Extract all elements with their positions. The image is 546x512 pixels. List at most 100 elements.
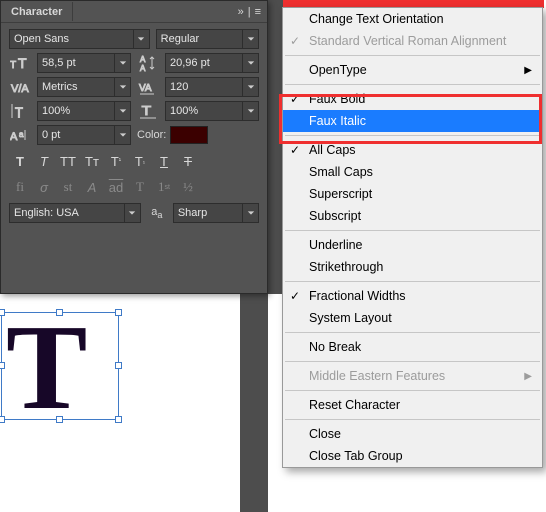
chevron-down-icon: [242, 30, 258, 48]
checkmark-icon: ✓: [290, 34, 300, 48]
text-glyph: T: [6, 319, 81, 417]
menu-separator: [285, 332, 540, 333]
kerning-icon: V/A: [9, 77, 33, 97]
menu-system-layout[interactable]: System Layout: [283, 307, 542, 329]
menu-underline[interactable]: Underline: [283, 234, 542, 256]
panel-title[interactable]: Character: [1, 2, 73, 21]
font-family-select[interactable]: Open Sans: [9, 29, 150, 49]
menu-no-break[interactable]: No Break: [283, 336, 542, 358]
opentype-row: fi σ st A ad T 1st ½: [9, 177, 259, 197]
antialias-value: Sharp: [178, 207, 207, 219]
resize-handle[interactable]: [0, 416, 5, 423]
horizontal-scale-field[interactable]: 100%: [165, 101, 259, 121]
svg-text:A: A: [140, 64, 146, 72]
svg-text:A: A: [10, 131, 18, 143]
leading-icon: AA: [137, 53, 161, 73]
underline-button[interactable]: T: [153, 151, 175, 171]
ordinals-button[interactable]: 1st: [153, 177, 175, 197]
panel-header: Character » | ≡: [1, 1, 267, 23]
stylistic-alt-button[interactable]: ad: [105, 177, 127, 197]
resize-handle[interactable]: [115, 362, 122, 369]
collapse-icon[interactable]: »: [238, 6, 244, 18]
resize-handle[interactable]: [56, 309, 63, 316]
menu-separator: [285, 281, 540, 282]
chevron-down-icon: [242, 78, 258, 96]
contextual-alt-button[interactable]: σ: [33, 177, 55, 197]
menu-separator: [285, 55, 540, 56]
menu-all-caps[interactable]: ✓All Caps: [283, 139, 542, 161]
menu-close-tab-group[interactable]: Close Tab Group: [283, 445, 542, 467]
menu-change-orientation[interactable]: Change Text Orientation: [283, 8, 542, 30]
svg-text:a: a: [19, 130, 24, 139]
discretionary-lig-button[interactable]: st: [57, 177, 79, 197]
svg-text:T: T: [142, 104, 152, 118]
menu-superscript[interactable]: Superscript: [283, 183, 542, 205]
language-select[interactable]: English: USA: [9, 203, 141, 223]
font-size-icon: TT: [9, 53, 33, 73]
menu-separator: [285, 419, 540, 420]
menu-separator: [285, 135, 540, 136]
character-flyout-menu: Change Text Orientation ✓Standard Vertic…: [282, 7, 543, 468]
text-color-swatch[interactable]: [170, 126, 208, 144]
chevron-down-icon: [114, 126, 130, 144]
font-style-value: Regular: [161, 33, 200, 45]
svg-text:V/A: V/A: [11, 83, 29, 95]
antialias-select[interactable]: Sharp: [173, 203, 259, 223]
chevron-down-icon: [242, 204, 258, 222]
panel-menu-icon[interactable]: ≡: [255, 6, 261, 18]
menu-reset-character[interactable]: Reset Character: [283, 394, 542, 416]
ligature-button[interactable]: fi: [9, 177, 31, 197]
svg-text:VA: VA: [139, 83, 152, 94]
svg-text:T: T: [15, 105, 24, 120]
resize-handle[interactable]: [115, 309, 122, 316]
swash-button[interactable]: A: [81, 177, 103, 197]
baseline-shift-field[interactable]: 0 pt: [37, 125, 131, 145]
submenu-arrow-icon: ▶: [524, 65, 532, 76]
kerning-field[interactable]: Metrics: [37, 77, 131, 97]
checkmark-icon: ✓: [290, 289, 300, 303]
chevron-down-icon: [114, 78, 130, 96]
menu-separator: [285, 84, 540, 85]
font-style-select[interactable]: Regular: [156, 29, 259, 49]
menu-std-vertical-roman: ✓Standard Vertical Roman Alignment: [283, 30, 542, 52]
vertical-scale-field[interactable]: 100%: [37, 101, 131, 121]
chevron-down-icon: [242, 102, 258, 120]
color-label: Color:: [137, 129, 166, 141]
tracking-field[interactable]: 120: [165, 77, 259, 97]
text-selection-box[interactable]: T: [1, 312, 119, 420]
menu-close[interactable]: Close: [283, 423, 542, 445]
menu-small-caps[interactable]: Small Caps: [283, 161, 542, 183]
font-size-field[interactable]: 58,5 pt: [37, 53, 131, 73]
tracking-icon: VA: [137, 77, 161, 97]
resize-handle[interactable]: [0, 362, 5, 369]
resize-handle[interactable]: [0, 309, 5, 316]
document-pasteboard: [240, 294, 268, 512]
language-value: English: USA: [14, 207, 79, 219]
checkmark-icon: ✓: [290, 92, 300, 106]
menu-subscript[interactable]: Subscript: [283, 205, 542, 227]
svg-text:T: T: [18, 55, 27, 71]
menu-separator: [285, 230, 540, 231]
titling-alt-button[interactable]: T: [129, 177, 151, 197]
subscript-button[interactable]: T₁: [129, 151, 151, 171]
leading-field[interactable]: 20,96 pt: [165, 53, 259, 73]
submenu-arrow-icon: ▶: [524, 371, 532, 382]
resize-handle[interactable]: [56, 416, 63, 423]
resize-handle[interactable]: [115, 416, 122, 423]
svg-text:A: A: [140, 55, 146, 64]
superscript-button[interactable]: T¹: [105, 151, 127, 171]
all-caps-button[interactable]: TT: [57, 151, 79, 171]
faux-bold-button[interactable]: T: [9, 151, 31, 171]
fractions-button[interactable]: ½: [177, 177, 199, 197]
type-style-row: T T TT Tᴛ T¹ T₁ T T: [9, 151, 259, 171]
menu-fractional-widths[interactable]: ✓Fractional Widths: [283, 285, 542, 307]
chevron-down-icon: [114, 102, 130, 120]
menu-opentype[interactable]: OpenType▶: [283, 59, 542, 81]
strikethrough-button[interactable]: T: [177, 151, 199, 171]
menu-faux-bold[interactable]: ✓Faux Bold: [283, 88, 542, 110]
antialias-icon: aa: [147, 206, 167, 220]
small-caps-button[interactable]: Tᴛ: [81, 151, 103, 171]
menu-strikethrough[interactable]: Strikethrough: [283, 256, 542, 278]
menu-faux-italic[interactable]: Faux Italic: [283, 110, 542, 132]
faux-italic-button[interactable]: T: [33, 151, 55, 171]
